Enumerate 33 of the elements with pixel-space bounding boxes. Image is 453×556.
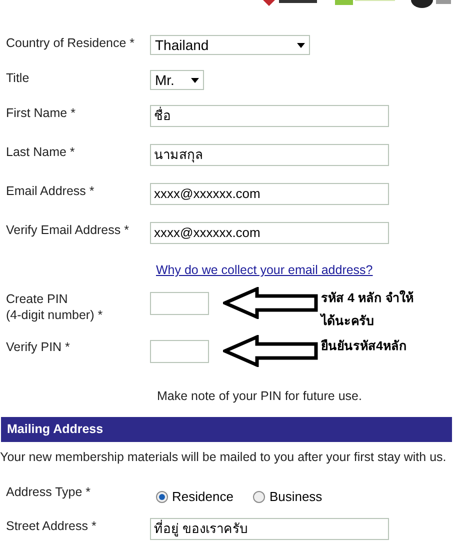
radio-option[interactable]: Business <box>253 486 322 506</box>
select-field[interactable]: Mr. <box>150 70 204 90</box>
radio-button[interactable] <box>156 490 168 502</box>
field-label: Address Type * <box>6 484 92 500</box>
field-label: Verify Email Address * <box>6 222 130 238</box>
field-label: Verify PIN * <box>6 339 71 355</box>
pin-hint: Make note of your PIN for future use. <box>157 388 362 405</box>
input-field[interactable]: ที่อยู่ ของเราครับ <box>150 518 389 540</box>
annotation-note: ยืนยันรหัส4หลัก <box>321 338 408 355</box>
annotation-note: รหัส 4 หลัก จำให้ได้นะครับ <box>321 289 414 330</box>
section-intro: Your new membership materials will be mailed to you after your first stay with us. <box>0 449 448 466</box>
field-label: Last Name * <box>6 144 76 160</box>
caret-icon <box>297 42 305 48</box>
input-field[interactable]: xxxx@xxxxxx.com <box>150 183 389 205</box>
pin-field[interactable] <box>150 340 209 363</box>
arrow-icon <box>223 335 319 367</box>
field-label: Street Address * <box>6 518 98 534</box>
input-field[interactable]: xxxx@xxxxxx.com <box>150 222 389 244</box>
pin-field[interactable] <box>150 292 209 315</box>
radio-button[interactable] <box>253 490 266 502</box>
field-label: Country of Residence * <box>6 35 136 51</box>
select-field[interactable]: Thailand <box>150 35 310 55</box>
email-info-link[interactable]: Why do we collect your email address? <box>156 261 373 291</box>
input-field[interactable]: ชื่อ <box>150 105 389 127</box>
field-label: Email Address * <box>6 183 96 199</box>
field-label: Create PIN (4-digit number) * <box>6 291 104 323</box>
field-label: Title <box>6 70 30 86</box>
field-label: First Name * <box>6 105 76 121</box>
radio-option[interactable]: Residence <box>156 486 234 506</box>
caret-icon <box>191 78 199 82</box>
arrow-icon <box>223 287 319 319</box>
input-field[interactable]: นามสกุล <box>150 144 389 166</box>
section-header: Mailing Address <box>1 417 452 442</box>
